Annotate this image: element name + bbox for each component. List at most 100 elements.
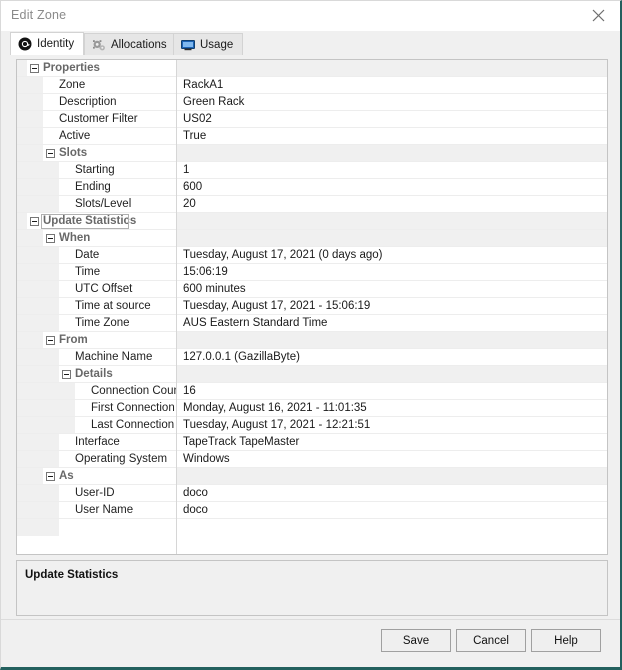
grid-row-value[interactable]: [177, 366, 607, 382]
close-button[interactable]: [576, 1, 620, 30]
close-icon: [592, 9, 604, 22]
grid-row-name-cell: Description: [17, 94, 176, 110]
property-grid[interactable]: Properties Zone RackA1 Description Green Rac…: [16, 59, 608, 555]
grid-row-name-cell: As: [17, 468, 176, 484]
grid-row[interactable]: Customer Filter US02: [17, 111, 607, 128]
grid-row-name-cell: Connection Count: [17, 383, 176, 399]
grid-row-name-cell: Zone: [17, 77, 176, 93]
grid-row[interactable]: Operating System Windows: [17, 451, 607, 468]
grid-row-value[interactable]: 1: [177, 162, 607, 178]
tab-identity-label: Identity: [37, 38, 75, 50]
property-grid-rows: Properties Zone RackA1 Description Green Rac…: [17, 60, 607, 554]
grid-row[interactable]: Slots/Level 20: [17, 196, 607, 213]
grid-row[interactable]: Time at source Tuesday, August 17, 2021 -…: [17, 298, 607, 315]
grid-row-name-cell: Update Statistics: [17, 213, 176, 229]
grid-row-value[interactable]: [177, 519, 607, 536]
grid-row-value[interactable]: Tuesday, August 17, 2021 - 15:06:19: [177, 298, 607, 314]
grid-row[interactable]: Last Connection Tuesday, August 17, 2021 …: [17, 417, 607, 434]
grid-row-value[interactable]: [177, 145, 607, 161]
grid-row-value[interactable]: [177, 213, 607, 229]
cancel-button[interactable]: Cancel: [456, 629, 526, 652]
grid-row[interactable]: Details: [17, 366, 607, 383]
help-button[interactable]: Help: [531, 629, 601, 652]
grid-row-label: Description: [59, 96, 117, 108]
grid-row-value[interactable]: Windows: [177, 451, 607, 467]
collapse-expander-icon[interactable]: [46, 472, 55, 481]
grid-row-value[interactable]: Monday, August 16, 2021 - 11:01:35: [177, 400, 607, 416]
grid-row-value[interactable]: doco: [177, 485, 607, 501]
grid-row-value[interactable]: RackA1: [177, 77, 607, 93]
collapse-expander-icon[interactable]: [46, 234, 55, 243]
grid-row-label: Slots/Level: [75, 198, 132, 210]
grid-row[interactable]: Starting 1: [17, 162, 607, 179]
grid-row[interactable]: User Name doco: [17, 502, 607, 519]
grid-row-value[interactable]: 600 minutes: [177, 281, 607, 297]
grid-row[interactable]: First Connection Monday, August 16, 2021 …: [17, 400, 607, 417]
grid-row[interactable]: Date Tuesday, August 17, 2021 (0 days ago…: [17, 247, 607, 264]
grid-column-splitter[interactable]: [176, 60, 177, 554]
grid-row[interactable]: Connection Count 16: [17, 383, 607, 400]
grid-row-value[interactable]: 600: [177, 179, 607, 195]
edit-zone-dialog: Edit Zone Identity Allocations Usage Pro…: [0, 0, 622, 670]
grid-row-value[interactable]: TapeTrack TapeMaster: [177, 434, 607, 450]
grid-row[interactable]: Time 15:06:19: [17, 264, 607, 281]
collapse-expander-icon[interactable]: [30, 64, 39, 73]
grid-row[interactable]: Ending 600: [17, 179, 607, 196]
tab-identity[interactable]: Identity: [10, 32, 85, 55]
grid-row[interactable]: When: [17, 230, 607, 247]
grid-row-label: User-ID: [75, 487, 115, 499]
grid-row-value[interactable]: Green Rack: [177, 94, 607, 110]
collapse-expander-icon[interactable]: [30, 217, 39, 226]
grid-row-value[interactable]: 15:06:19: [177, 264, 607, 280]
grid-row[interactable]: Update Statistics: [17, 213, 607, 230]
tab-allocations[interactable]: Allocations: [84, 33, 177, 55]
grid-row-value[interactable]: [177, 230, 607, 246]
tab-usage[interactable]: Usage: [173, 33, 244, 55]
grid-row-value[interactable]: doco: [177, 502, 607, 518]
grid-row-value[interactable]: AUS Eastern Standard Time: [177, 315, 607, 331]
grid-row[interactable]: From: [17, 332, 607, 349]
save-button[interactable]: Save: [381, 629, 451, 652]
grid-row-name-cell: [17, 519, 176, 536]
grid-row-name-cell: Details: [17, 366, 176, 382]
grid-row[interactable]: As: [17, 468, 607, 485]
grid-row[interactable]: User-ID doco: [17, 485, 607, 502]
tab-strip: Identity Allocations Usage: [1, 31, 620, 56]
grid-row-name-cell: Starting: [17, 162, 176, 178]
grid-row[interactable]: Interface TapeTrack TapeMaster: [17, 434, 607, 451]
grid-row-value[interactable]: 16: [177, 383, 607, 399]
grid-row-value[interactable]: US02: [177, 111, 607, 127]
grid-row[interactable]: Slots: [17, 145, 607, 162]
grid-row[interactable]: Zone RackA1: [17, 77, 607, 94]
grid-row-name-cell: From: [17, 332, 176, 348]
description-panel: Update Statistics: [16, 560, 608, 616]
grid-row[interactable]: Machine Name 127.0.0.1 (GazillaByte): [17, 349, 607, 366]
gears-icon: [93, 39, 105, 50]
collapse-expander-icon[interactable]: [46, 149, 55, 158]
grid-row-label: Connection Count: [91, 385, 176, 397]
grid-row-value[interactable]: [177, 332, 607, 348]
grid-row-value[interactable]: 127.0.0.1 (GazillaByte): [177, 349, 607, 365]
grid-row[interactable]: UTC Offset 600 minutes: [17, 281, 607, 298]
grid-row-name-cell: Time at source: [17, 298, 176, 314]
grid-row[interactable]: Properties: [17, 60, 607, 77]
grid-row[interactable]: [17, 519, 607, 536]
collapse-expander-icon[interactable]: [46, 336, 55, 345]
grid-row-label: Date: [75, 249, 100, 261]
grid-row-value[interactable]: 20: [177, 196, 607, 212]
grid-row-name-cell: User-ID: [17, 485, 176, 501]
grid-row-label: Ending: [75, 181, 111, 193]
grid-row[interactable]: Time Zone AUS Eastern Standard Time: [17, 315, 607, 332]
grid-row-value[interactable]: Tuesday, August 17, 2021 - 12:21:51: [177, 417, 607, 433]
title-bar: Edit Zone: [1, 1, 620, 31]
grid-row-value[interactable]: True: [177, 128, 607, 144]
grid-row-label: Properties: [43, 62, 100, 74]
collapse-expander-icon[interactable]: [62, 370, 71, 379]
grid-row-value[interactable]: [177, 60, 607, 76]
grid-row-name-cell: Customer Filter: [17, 111, 176, 127]
grid-row[interactable]: Description Green Rack: [17, 94, 607, 111]
grid-row-label: Slots: [59, 147, 88, 159]
grid-row-value[interactable]: [177, 468, 607, 484]
grid-row-value[interactable]: Tuesday, August 17, 2021 (0 days ago): [177, 247, 607, 263]
grid-row[interactable]: Active True: [17, 128, 607, 145]
